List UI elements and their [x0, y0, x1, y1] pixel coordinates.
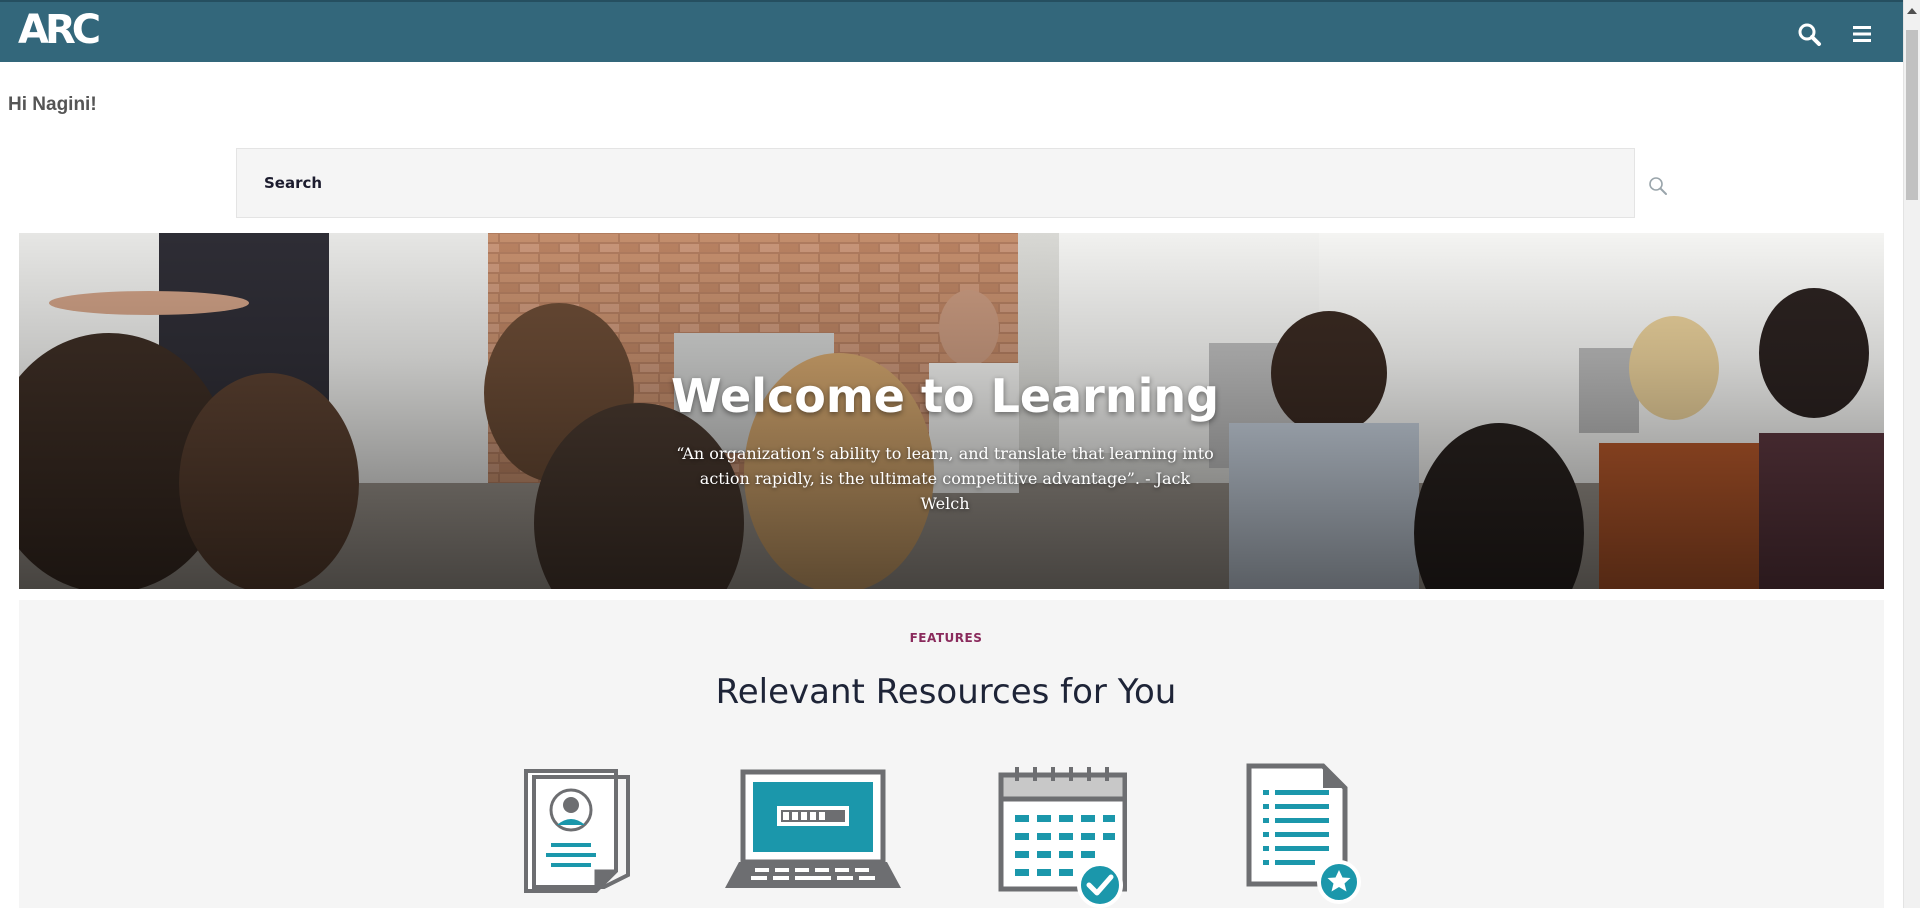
user-greeting: Hi Nagini!	[8, 94, 97, 115]
features-title: Relevant Resources for You	[715, 672, 1177, 712]
magnifier-icon[interactable]	[1647, 175, 1669, 197]
list-document-star-icon[interactable]	[1245, 762, 1365, 908]
laptop-icon[interactable]	[725, 768, 901, 897]
features-section: FEATURES Relevant Resources for You	[19, 600, 1884, 908]
hero-quote: “An organization’s ability to learn, and…	[676, 444, 1214, 513]
profile-document-icon[interactable]	[516, 765, 636, 900]
hamburger-menu-icon[interactable]	[1849, 22, 1875, 46]
features-eyebrow: FEATURES	[909, 631, 983, 645]
search-input[interactable]	[236, 148, 1635, 218]
hero-banner: Welcome to Learning “An organization’s a…	[19, 233, 1884, 589]
calendar-check-icon[interactable]	[977, 765, 1128, 908]
hero-title: Welcome to Learning	[670, 369, 1220, 423]
scroll-up-arrow-icon[interactable]	[1907, 8, 1917, 14]
page: ARC Hi Nagini! Search Welcome to Learnin…	[0, 0, 1920, 908]
arc-logo[interactable]: ARC	[18, 8, 101, 52]
search-icon[interactable]	[1797, 22, 1823, 46]
top-navigation-bar: ARC	[0, 0, 1903, 62]
page-scrollbar[interactable]	[1903, 0, 1920, 908]
scroll-thumb[interactable]	[1906, 30, 1918, 200]
